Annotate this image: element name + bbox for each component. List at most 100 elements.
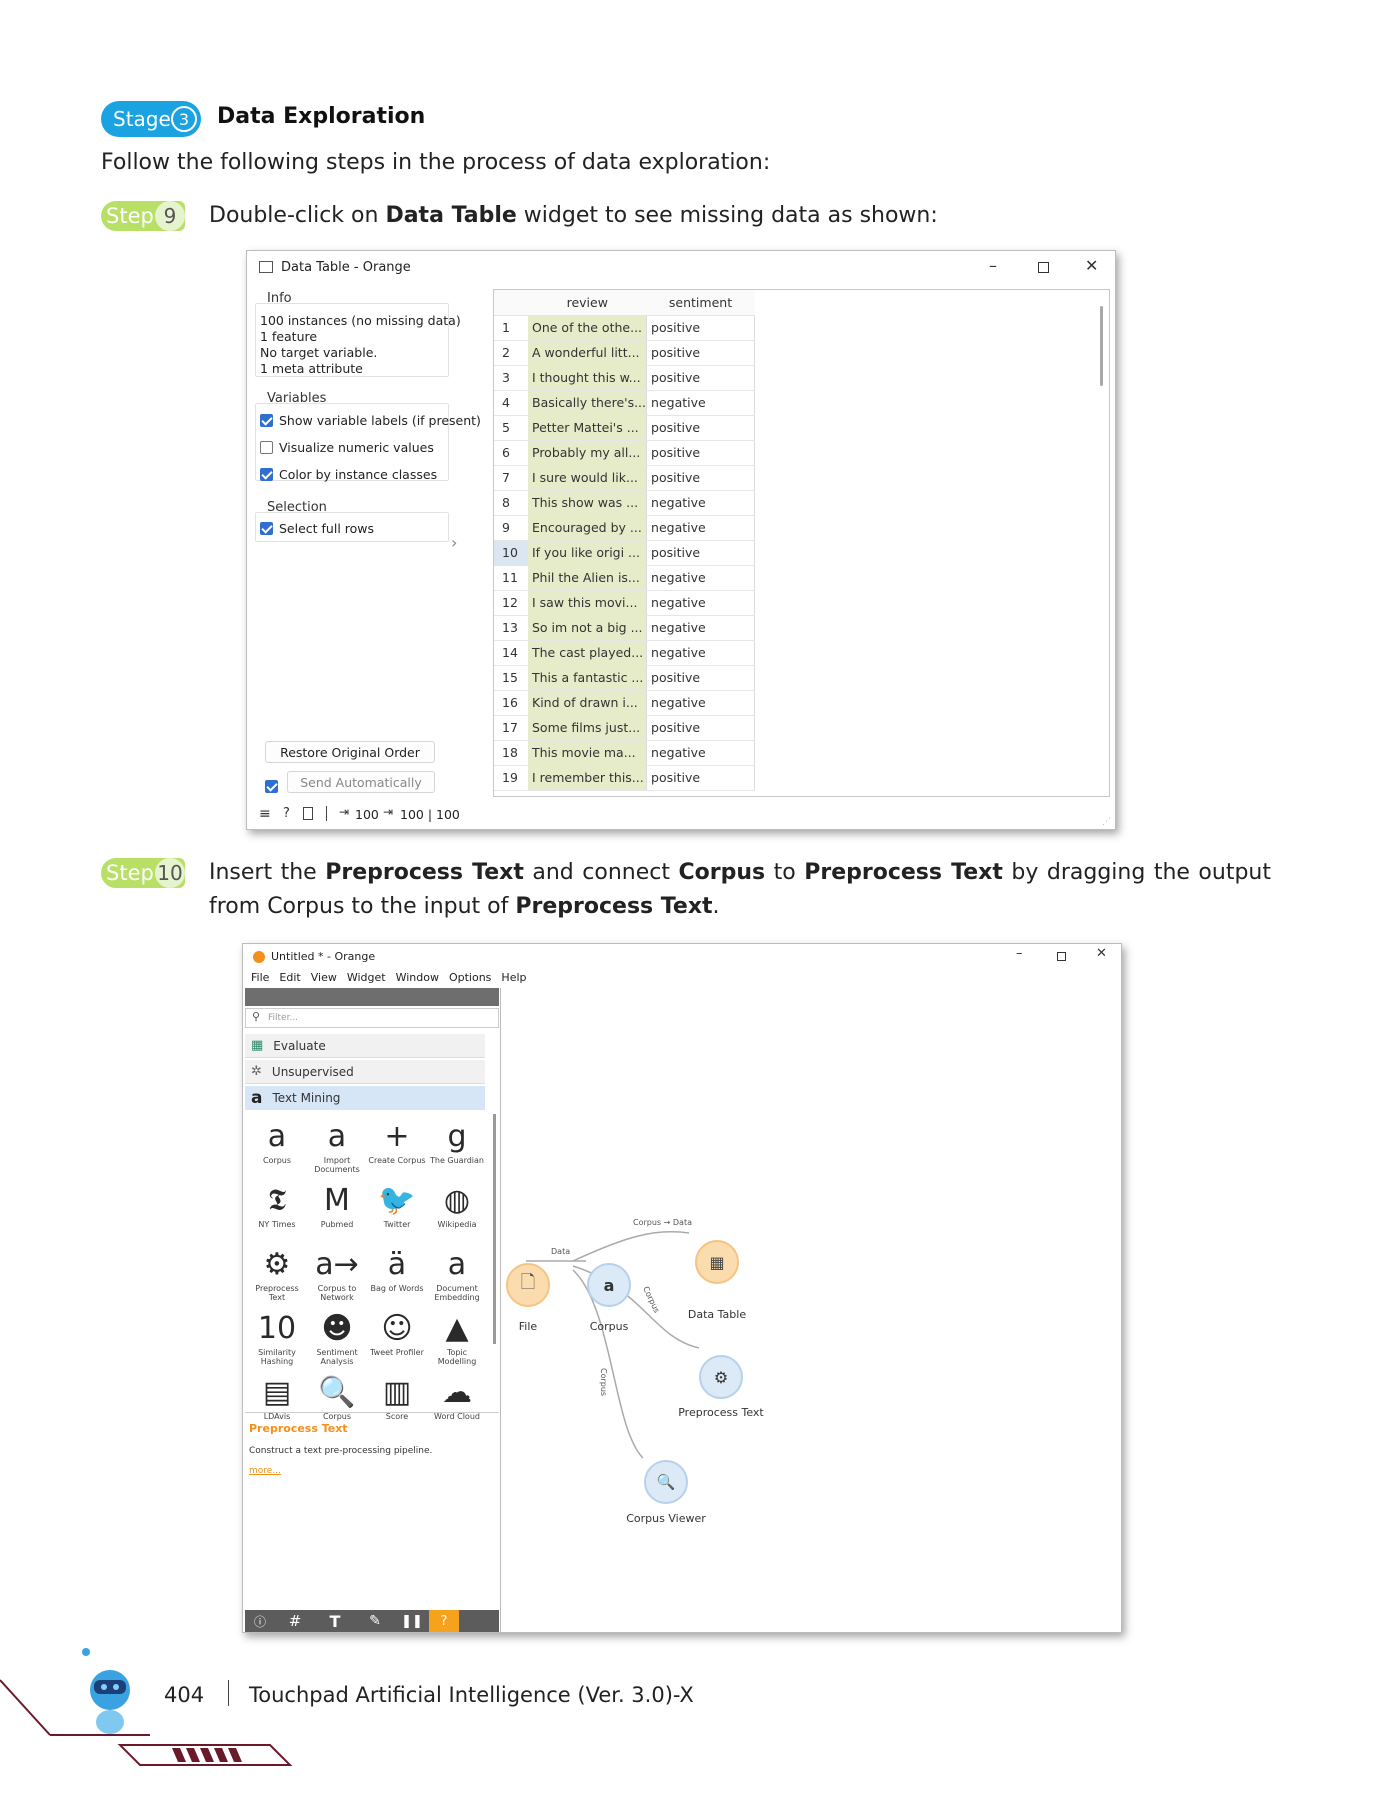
menu-widget[interactable]: Widget [347, 971, 386, 984]
widget-item[interactable]: ☻ Sentiment Analysis [307, 1308, 367, 1372]
widget-item[interactable]: 𝕿 NY Times [247, 1180, 307, 1244]
row-number: 13 [494, 615, 528, 641]
row-number: 19 [494, 765, 528, 791]
minimize-icon[interactable]: – [1016, 946, 1023, 961]
resize-grip-icon[interactable]: ⋰ [1102, 817, 1111, 827]
help-icon[interactable]: ? [283, 806, 290, 821]
widget-item[interactable]: a Import Documents [307, 1116, 367, 1180]
table-row[interactable]: 6 Probably my all... positive [494, 440, 756, 466]
collapse-arrow-icon[interactable]: › [451, 533, 457, 552]
widget-item[interactable]: a→ Corpus to Network [307, 1244, 367, 1308]
widget-label: The Guardian [429, 1156, 484, 1165]
table-row[interactable]: 14 The cast played... negative [494, 640, 756, 666]
maximize-icon[interactable] [1038, 262, 1049, 273]
node-preprocess-text[interactable]: ⚙ [699, 1355, 743, 1399]
widget-label: Create Corpus [368, 1156, 426, 1165]
menu-bar: File Edit View Widget Window Options Hel… [251, 971, 527, 984]
workflow-canvas[interactable]: Data Corpus → Data Corpus Corpus [503, 988, 1121, 1632]
widget-item[interactable]: ä Bag of Words [367, 1244, 427, 1308]
table-row[interactable]: 19 I remember this... positive [494, 765, 756, 791]
table-row[interactable]: 9 Encouraged by ... negative [494, 515, 756, 541]
node-file[interactable]: 🗋 [506, 1263, 550, 1307]
table-row[interactable]: 12 I saw this movi... negative [494, 590, 756, 616]
widget-item[interactable]: a Corpus [247, 1116, 307, 1180]
table-row[interactable]: 4 Basically there's... negative [494, 390, 756, 416]
node-corpus[interactable]: a [587, 1263, 631, 1307]
widget-item[interactable]: ▲ Topic Modelling [427, 1308, 487, 1372]
row-number: 7 [494, 465, 528, 491]
help-question-icon[interactable]: ? [429, 1610, 459, 1632]
visualize-numeric-checkbox[interactable]: Visualize numeric values [260, 440, 434, 455]
text-tool-icon[interactable]: T [315, 1612, 355, 1631]
maximize-icon[interactable] [1057, 952, 1066, 961]
table-row[interactable]: 16 Kind of drawn i... negative [494, 690, 756, 716]
widget-icon: ☁ [442, 1374, 472, 1410]
scrollbar-thumb[interactable] [1100, 306, 1103, 386]
table-row[interactable]: 10 If you like origi ... positive [494, 540, 756, 566]
grid-icon[interactable]: # [275, 1612, 315, 1630]
table-row[interactable]: 3I thought this w... positive [494, 365, 756, 391]
filter-input[interactable]: ⚲ Filter... [245, 1008, 499, 1028]
send-automatically-button[interactable]: Send Automatically [287, 771, 435, 793]
table-row[interactable]: 2A wonderful litt... positive [494, 340, 756, 366]
widget-item[interactable]: ☺ Tweet Profiler [367, 1308, 427, 1372]
table-row[interactable]: 11 Phil the Alien is... negative [494, 565, 756, 591]
menu-window[interactable]: Window [396, 971, 439, 984]
menu-file[interactable]: File [251, 971, 269, 984]
category-text-mining[interactable]: a Text Mining [245, 1086, 485, 1110]
table-row[interactable]: 5 Petter Mattei's ... positive [494, 415, 756, 441]
select-full-rows-checkbox[interactable]: Select full rows [260, 521, 374, 536]
table-row[interactable]: 8 This show was ... negative [494, 490, 756, 516]
pause-icon[interactable]: ❚❚ [395, 1614, 429, 1629]
widget-icon: ⚙ [263, 1246, 291, 1282]
close-icon[interactable]: ✕ [1096, 946, 1107, 961]
table-row[interactable]: 18 This movie ma... negative [494, 740, 756, 766]
review-cell: Encouraged by ... [528, 515, 648, 541]
widget-item[interactable]: ⚙ Preprocess Text [247, 1244, 307, 1308]
widget-item[interactable]: + Create Corpus [367, 1116, 427, 1180]
sentiment-cell: negative [646, 490, 756, 516]
data-table-view[interactable]: review sentiment 1 One of the othe... posi… [493, 289, 1110, 797]
send-auto-checkbox[interactable] [265, 780, 278, 793]
column-header-review[interactable]: review [528, 290, 647, 316]
color-by-class-checkbox[interactable]: Color by instance classes [260, 467, 437, 482]
node-corpus-viewer[interactable]: 🔍 [644, 1460, 688, 1504]
menu-help[interactable]: Help [501, 971, 526, 984]
help-more-link[interactable]: more... [249, 1466, 281, 1476]
link-label-data: Data [551, 1247, 570, 1256]
restore-order-button[interactable]: Restore Original Order [265, 741, 435, 763]
table-row[interactable]: 7I sure would lik... positive [494, 465, 756, 491]
node-data-table[interactable]: ▦ [695, 1240, 739, 1284]
widget-item[interactable]: ◍ Wikipedia [427, 1180, 487, 1244]
window-title: Data Table - Orange [281, 260, 411, 275]
menu-options[interactable]: Options [449, 971, 491, 984]
close-icon[interactable]: ✕ [1085, 256, 1098, 275]
sentiment-cell: positive [646, 365, 756, 391]
widget-item[interactable]: g The Guardian [427, 1116, 487, 1180]
pencil-icon[interactable]: ✎ [355, 1613, 395, 1629]
menu-edit[interactable]: Edit [279, 971, 300, 984]
report-icon[interactable] [303, 807, 313, 820]
menu-view[interactable]: View [311, 971, 337, 984]
dock-scrollbar[interactable] [493, 1114, 496, 1344]
widget-item[interactable]: a Document Embedding [427, 1244, 487, 1308]
widget-item[interactable]: 10 Similarity Hashing [247, 1308, 307, 1372]
category-unsupervised[interactable]: ✲ Unsupervised [245, 1060, 485, 1084]
review-cell: I saw this movi... [528, 590, 648, 616]
info-icon[interactable]: ⓘ [245, 1613, 275, 1630]
widget-icon: ◍ [443, 1182, 471, 1218]
minimize-icon[interactable]: – [989, 256, 997, 275]
table-row[interactable]: 1 One of the othe... positive [494, 315, 756, 341]
widget-label: LDAvis [263, 1412, 291, 1421]
widget-item[interactable]: 🐦 Twitter [367, 1180, 427, 1244]
table-row[interactable]: 15 This a fantastic ... positive [494, 665, 756, 691]
category-evaluate[interactable]: ▦ Evaluate [245, 1034, 485, 1058]
widget-item[interactable]: ☁ Word Cloud [427, 1372, 487, 1436]
column-header-sentiment[interactable]: sentiment [646, 290, 755, 316]
show-labels-checkbox[interactable]: Show variable labels (if present) [260, 413, 481, 428]
widget-item[interactable]: ▥ Score [367, 1372, 427, 1436]
table-row[interactable]: 13 So im not a big ... negative [494, 615, 756, 641]
widget-item[interactable]: M Pubmed [307, 1180, 367, 1244]
menu-icon[interactable]: ≡ [259, 806, 271, 822]
table-row[interactable]: 17 Some films just... positive [494, 715, 756, 741]
